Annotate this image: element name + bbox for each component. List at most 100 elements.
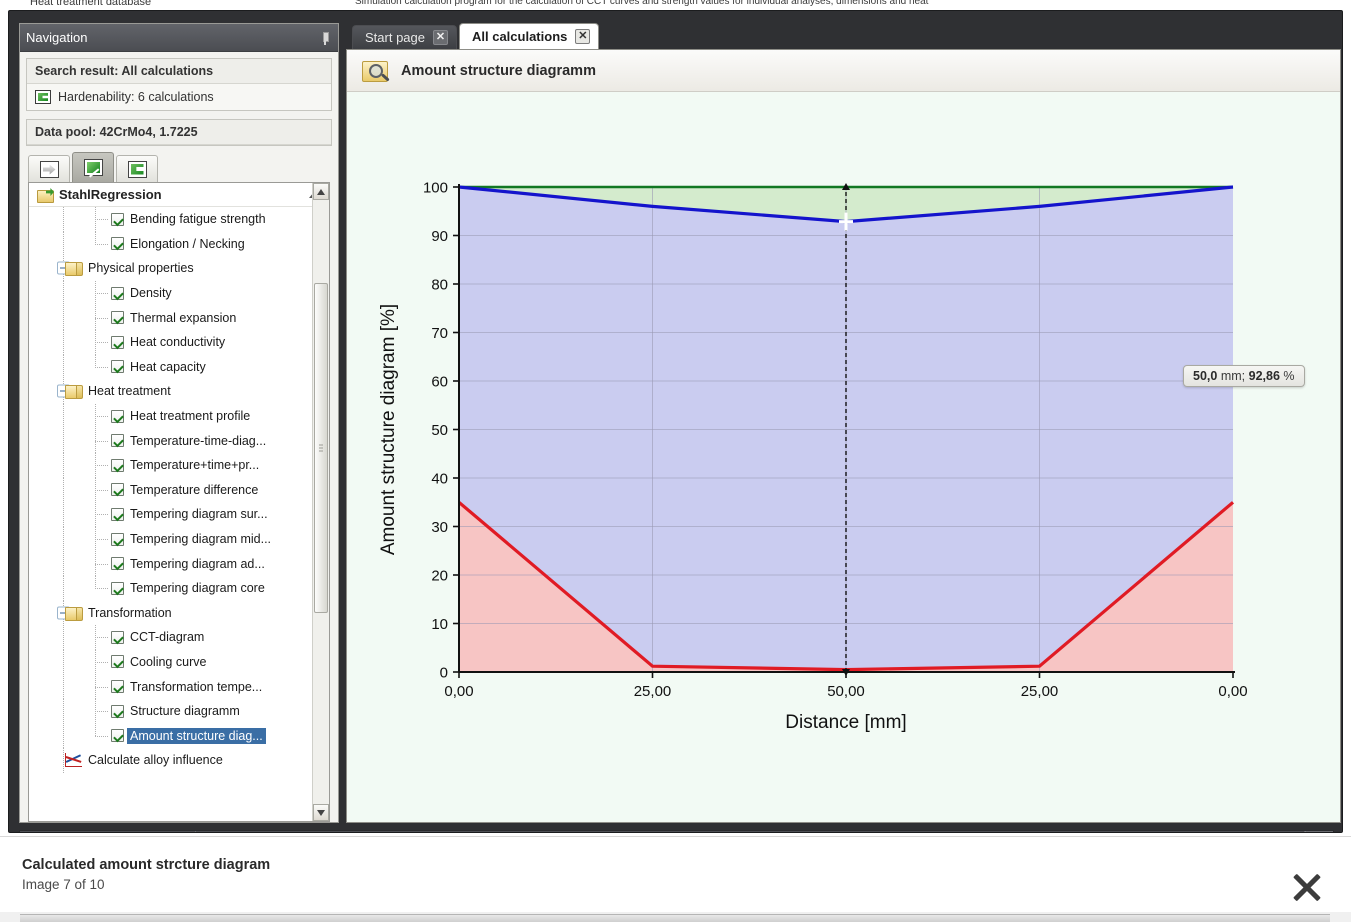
close-icon[interactable]: [1285, 865, 1329, 909]
svg-text:25,00: 25,00: [634, 683, 672, 700]
tree-item-label: Structure diagramm: [130, 704, 240, 719]
close-icon[interactable]: ✕: [433, 30, 448, 45]
scroll-up-arrow[interactable]: [313, 183, 329, 200]
green-block-icon: [127, 160, 147, 178]
tree-item[interactable]: Temperature difference: [29, 477, 329, 503]
tree-item[interactable]: Tempering diagram core: [29, 575, 329, 601]
folder-icon: [65, 384, 83, 400]
checkbox[interactable]: [111, 532, 124, 546]
close-icon[interactable]: ✕: [575, 29, 591, 44]
scroll-down-arrow[interactable]: [313, 804, 329, 821]
tree-item[interactable]: Temperature+time+pr...: [29, 452, 329, 478]
tree-item-label: Density: [130, 286, 172, 301]
tree-item[interactable]: Bending fatigue strength: [29, 207, 329, 232]
tree-item[interactable]: Structure diagramm: [29, 698, 329, 724]
svg-text:80: 80: [431, 277, 448, 294]
checkbox[interactable]: [111, 237, 124, 251]
svg-text:100: 100: [423, 180, 448, 197]
checkbox[interactable]: [111, 409, 124, 423]
checkbox[interactable]: [111, 704, 124, 718]
tree-item[interactable]: CCT-diagram: [29, 625, 329, 650]
top-cut-right-text: Simulation calculation program for the c…: [355, 0, 929, 7]
folder-arrow-icon: [37, 188, 54, 203]
tree-item[interactable]: Density: [29, 280, 329, 306]
tree-item[interactable]: Tempering diagram mid...: [29, 526, 329, 552]
tab-all-calculations[interactable]: All calculations ✕: [459, 23, 600, 49]
diagram-button[interactable]: [72, 152, 114, 182]
tree-item[interactable]: Amount structure diag...: [29, 723, 329, 749]
tree-item[interactable]: Heat treatment profile: [29, 403, 329, 429]
tooltip-distance-unit: mm;: [1220, 369, 1246, 383]
tree-toolbar: [28, 152, 338, 182]
svg-text:30: 30: [431, 519, 448, 536]
svg-text:Amount structure diagram [%]: Amount structure diagram [%]: [378, 304, 399, 555]
checkbox[interactable]: [111, 483, 124, 497]
svg-text:40: 40: [431, 471, 448, 488]
scrollbar-thumb[interactable]: [314, 283, 328, 613]
navigation-header: Navigation: [20, 24, 338, 52]
tree-item-label: Tempering diagram ad...: [130, 556, 265, 571]
tree-item-label: Physical properties: [88, 261, 194, 276]
checkbox[interactable]: [111, 557, 124, 571]
document-header: Amount structure diagramm: [347, 50, 1340, 92]
checkbox[interactable]: [111, 458, 124, 472]
checkbox[interactable]: [111, 311, 124, 325]
checkbox[interactable]: [111, 581, 124, 595]
tree-item[interactable]: Thermal expansion: [29, 305, 329, 330]
tree-item[interactable]: Physical properties: [29, 256, 329, 281]
image-caption-bar: Calculated amount strcture diagram Image…: [0, 836, 1351, 916]
tree-item[interactable]: Elongation / Necking: [29, 231, 329, 257]
tree-item[interactable]: Cooling curve: [29, 649, 329, 675]
checkbox[interactable]: [111, 286, 124, 300]
search-result-title: Search result: All calculations: [27, 59, 331, 84]
checkbox[interactable]: [111, 434, 124, 448]
folder-icon: [65, 606, 83, 621]
tree-item-label: CCT-diagram: [130, 630, 205, 645]
checkbox[interactable]: [111, 630, 124, 644]
hardenability-button[interactable]: [116, 155, 158, 182]
tree-item-label: Transformation: [88, 605, 172, 620]
navigation-panel: Navigation Search result: All calculatio…: [19, 23, 339, 823]
tree-item-list[interactable]: Bending fatigue strength Elongation / Nec…: [29, 207, 329, 821]
tab-strip: Start page ✕ All calculations ✕: [346, 23, 1341, 49]
tree-item-label: Cooling curve: [130, 654, 207, 669]
tree-root-node[interactable]: StahlRegression: [29, 183, 329, 207]
status-right-cell[interactable]: D: [1305, 831, 1333, 832]
checkbox[interactable]: [111, 212, 124, 226]
chart-area[interactable]: 0 10 20 30 40 50 60 70 80 90 100 0,00 25,00 50,00 25,0…: [347, 92, 1340, 822]
tab-label: Start page: [365, 30, 425, 45]
tree-item[interactable]: Tempering diagram sur...: [29, 502, 329, 527]
tree-item[interactable]: Heat conductivity: [29, 329, 329, 355]
tree-item[interactable]: Temperature-time-diag...: [29, 428, 329, 453]
svg-text:10: 10: [431, 616, 448, 633]
checkbox[interactable]: [111, 680, 124, 694]
tree-item[interactable]: Heat treatment: [29, 379, 329, 404]
checkbox[interactable]: [111, 655, 124, 669]
tree-item[interactable]: Transformation tempe...: [29, 674, 329, 699]
tree-container: StahlRegression Bending fatigue strength…: [28, 182, 330, 822]
tree-item[interactable]: Transformation: [29, 600, 329, 626]
import-button[interactable]: [28, 155, 70, 182]
status-bar: Servername: MH\NAVIMAT13 D: [19, 830, 1334, 832]
tree-item-label: Bending fatigue strength: [130, 212, 266, 227]
svg-text:50,00: 50,00: [827, 683, 865, 700]
top-cut-left-text: Heat treatment database: [30, 0, 152, 8]
checkbox[interactable]: [111, 335, 124, 349]
tree-item-label: Tempering diagram mid...: [130, 532, 272, 547]
checkbox[interactable]: [111, 729, 124, 743]
tree-item[interactable]: Tempering diagram ad...: [29, 551, 329, 576]
bottom-cut-strip: [0, 912, 1351, 922]
tab-start-page[interactable]: Start page ✕: [352, 25, 457, 49]
pin-icon[interactable]: [318, 31, 332, 45]
tree-item[interactable]: Heat capacity: [29, 354, 329, 380]
folder-icon: [65, 261, 83, 277]
tree-item[interactable]: Calculate alloy influence: [29, 748, 329, 773]
search-result-section: Search result: All calculations Hardenab…: [26, 58, 332, 111]
tooltip-distance: 50,0: [1193, 369, 1218, 383]
hardenability-result-item[interactable]: Hardenability: 6 calculations: [27, 84, 331, 110]
tree-item-label: Transformation tempe...: [130, 679, 263, 694]
checkbox[interactable]: [111, 507, 124, 521]
tree-scrollbar[interactable]: [312, 183, 329, 821]
checkbox[interactable]: [111, 360, 124, 374]
tab-label: All calculations: [472, 29, 568, 44]
